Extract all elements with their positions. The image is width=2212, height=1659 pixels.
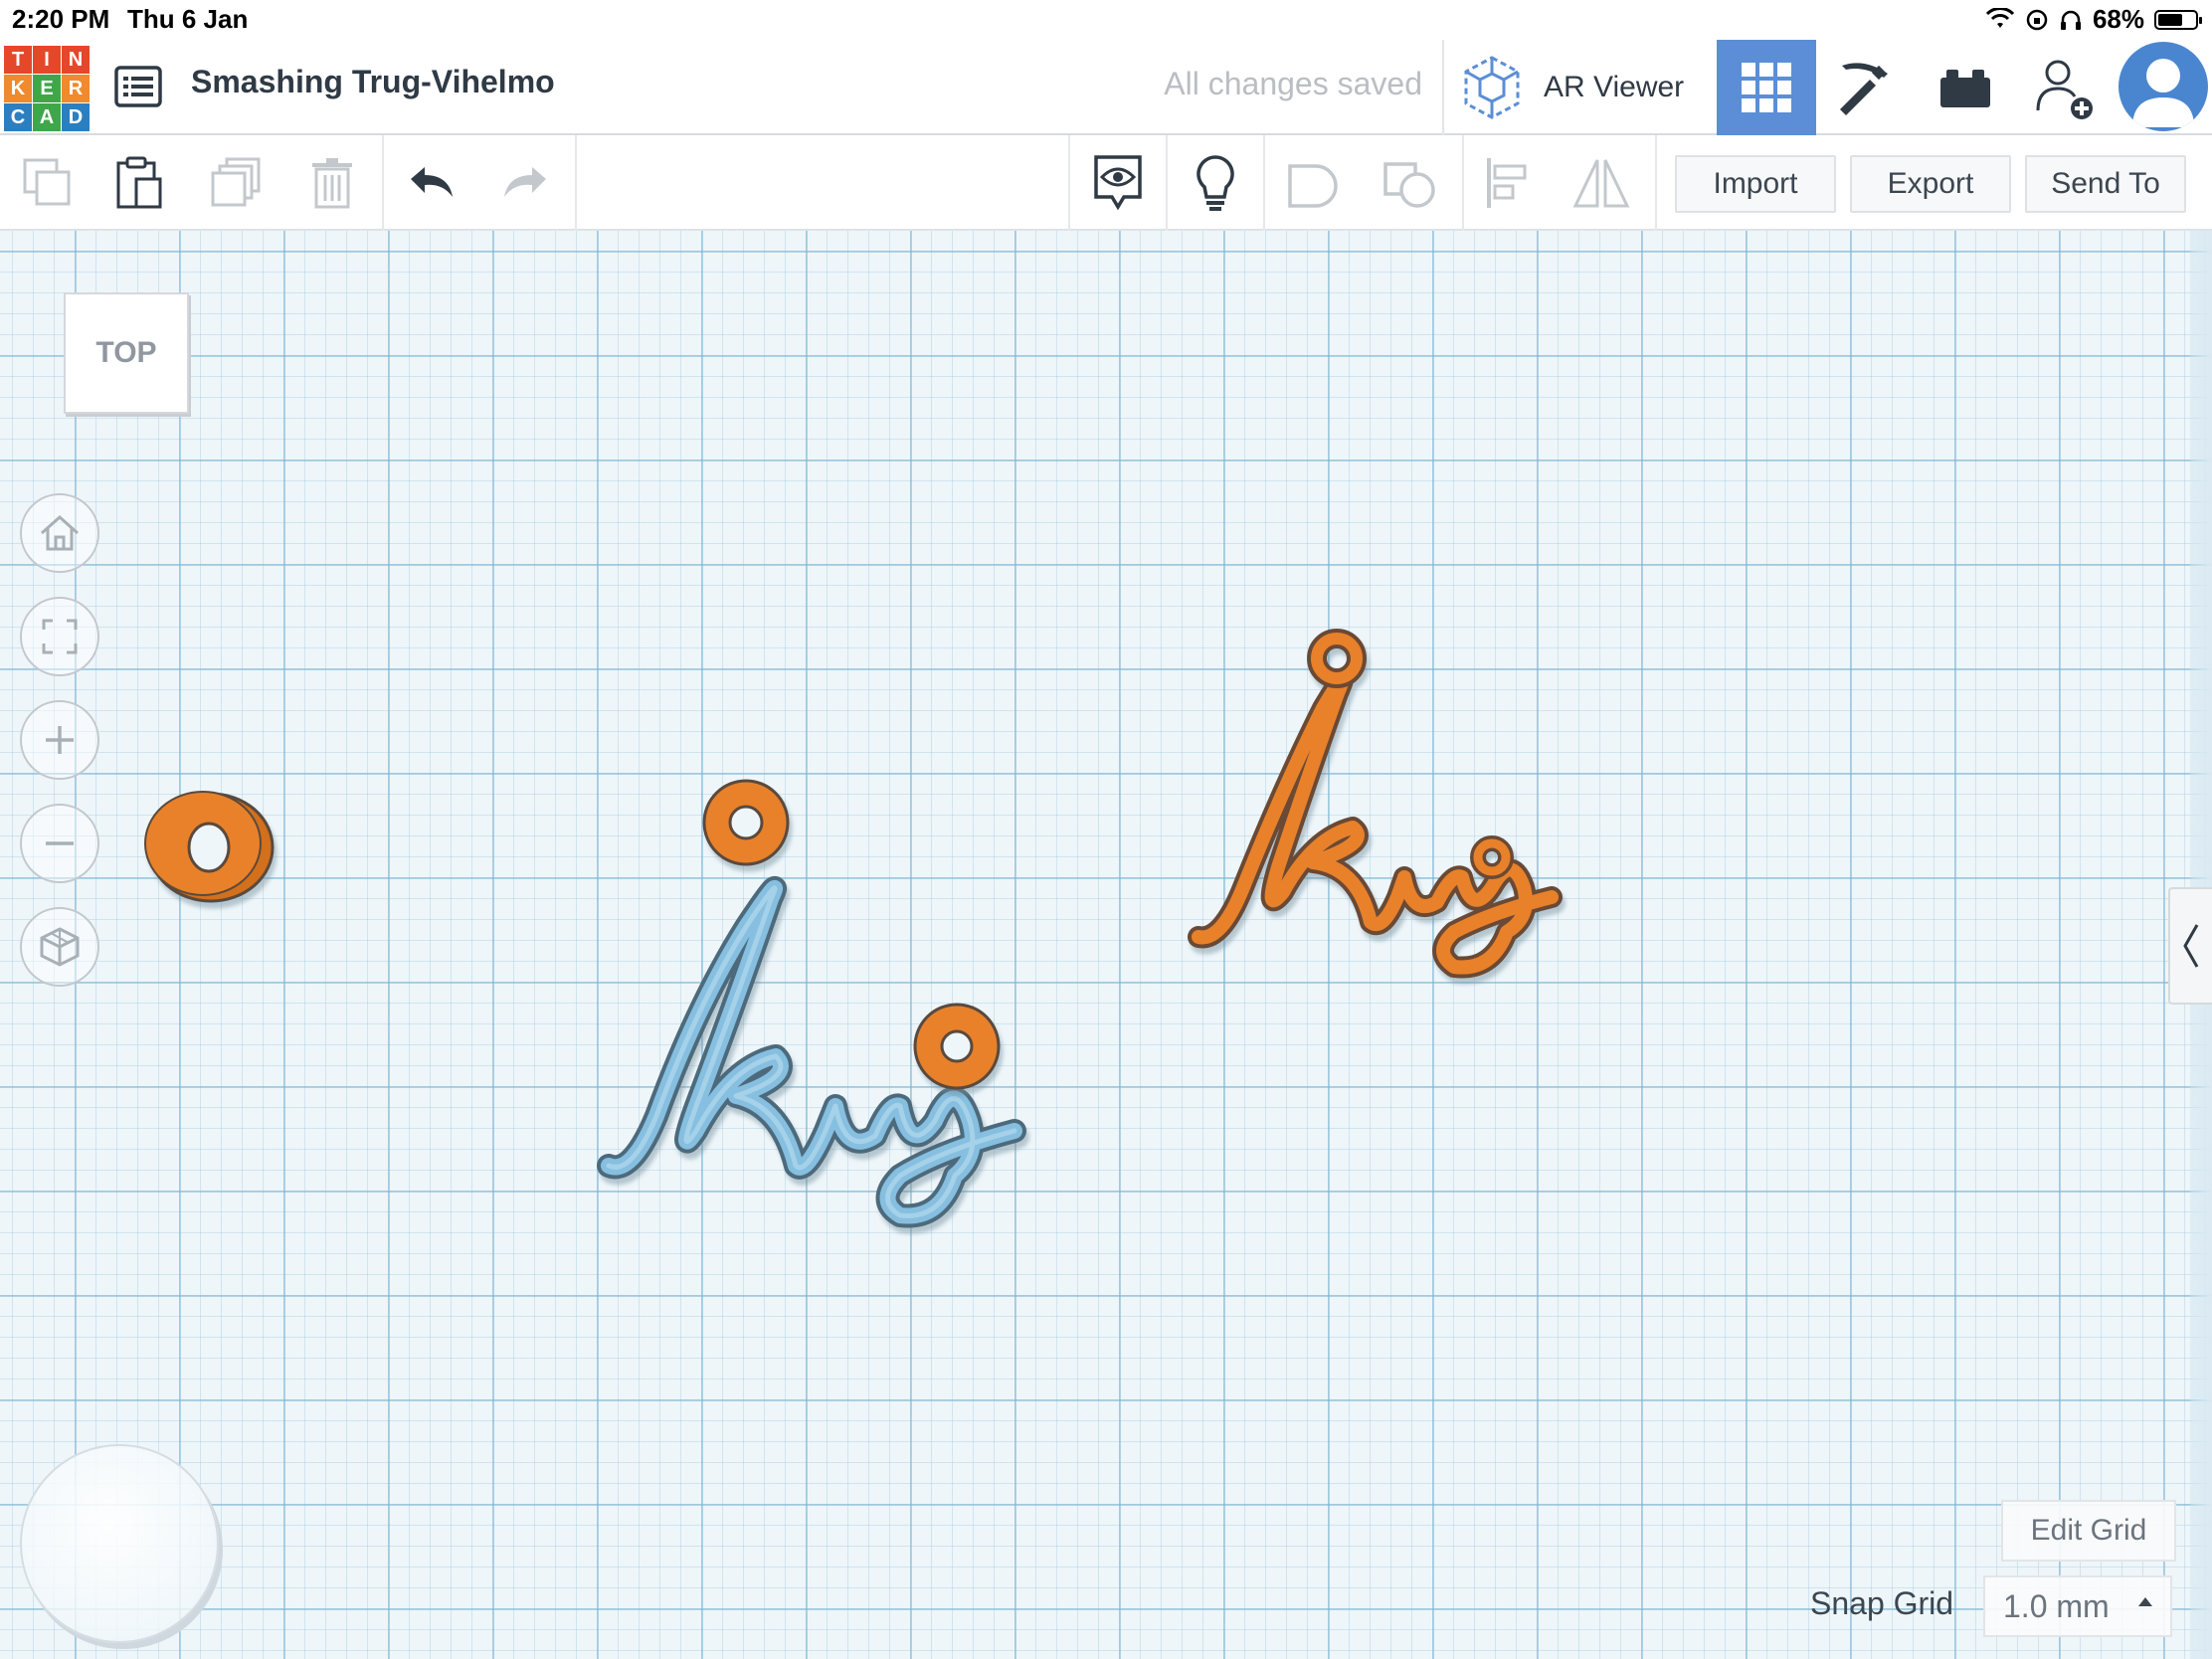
- logo-letter: A: [33, 103, 61, 131]
- scene-shapes: [144, 629, 1563, 1228]
- duplicate-icon: [211, 157, 261, 207]
- battery-percent: 68%: [2092, 4, 2144, 34]
- ring-shape[interactable]: [702, 779, 790, 866]
- list-icon: [114, 66, 162, 107]
- caret-up-icon: [2138, 1597, 2152, 1606]
- zoom-in-button[interactable]: [20, 700, 99, 780]
- orbit-control[interactable]: [20, 1444, 219, 1643]
- snap-grid-label: Snap Grid: [1810, 1585, 1954, 1621]
- import-button[interactable]: Import: [1675, 155, 1836, 213]
- header-divider: [1442, 40, 1444, 135]
- snap-grid-value: 1.0 mm: [2003, 1587, 2110, 1624]
- edit-toolbar: Import Export Send To: [0, 135, 2212, 231]
- align-icon: [1487, 158, 1527, 208]
- plus-icon: [46, 726, 74, 754]
- toolbar-divider: [382, 135, 384, 231]
- cube-icon: [40, 927, 80, 967]
- zoom-out-button[interactable]: [20, 804, 99, 883]
- app-header: TIN KER CAD Smashing Trug-Vihelmo All chan…: [0, 40, 2212, 135]
- invite-user-button[interactable]: [2015, 40, 2115, 135]
- undo-button[interactable]: [398, 149, 465, 217]
- group-shape-icon: [1288, 164, 1338, 208]
- logo-letter: C: [4, 103, 32, 131]
- home-view-button[interactable]: [20, 493, 99, 573]
- redo-icon: [504, 167, 546, 197]
- clipboard-icon: [116, 156, 162, 209]
- home-icon: [41, 514, 79, 551]
- bricks-view-button[interactable]: [1916, 40, 2015, 135]
- duplicate-button[interactable]: [203, 149, 271, 217]
- send-to-button[interactable]: Send To: [2025, 155, 2186, 213]
- mirror-button[interactable]: [1567, 149, 1635, 217]
- wifi-icon: [1985, 7, 2015, 28]
- fit-view-button[interactable]: [20, 597, 99, 676]
- torus-shape[interactable]: [144, 791, 275, 903]
- lightbulb-icon: [1197, 155, 1234, 211]
- orange-king-text-shape[interactable]: [1188, 629, 1563, 979]
- user-avatar[interactable]: [2119, 42, 2208, 131]
- snap-grid-select[interactable]: 1.0 mm: [1983, 1575, 2172, 1637]
- ungroup-shape-icon: [1383, 162, 1435, 208]
- logo-letter: K: [4, 75, 32, 102]
- workplane[interactable]: TOP Edit Grid Snap Grid 1.0 mm: [0, 231, 2212, 1659]
- copy-icon: [23, 158, 71, 206]
- minus-icon: [46, 841, 74, 845]
- status-right: 68%: [1985, 4, 2202, 35]
- hints-button[interactable]: [1182, 149, 1249, 217]
- status-date: Thu 6 Jan: [127, 4, 249, 34]
- status-bar: 2:20 PM Thu 6 Jan 68%: [0, 0, 2212, 40]
- design-title[interactable]: Smashing Trug-Vihelmo: [191, 64, 555, 100]
- blocks-view-button[interactable]: [1816, 40, 1916, 135]
- ortho-view-button[interactable]: [20, 907, 99, 987]
- notes-button[interactable]: [1084, 149, 1152, 217]
- toolbar-divider: [1166, 135, 1168, 231]
- group-button[interactable]: [1279, 149, 1347, 217]
- grid-icon: [1742, 63, 1791, 112]
- tinkercad-logo[interactable]: TIN KER CAD: [4, 46, 90, 131]
- export-button[interactable]: Export: [1850, 155, 2011, 213]
- shapes-panel-toggle[interactable]: [2168, 887, 2212, 1005]
- mirror-icon: [1572, 159, 1630, 208]
- 3d-design-view-button[interactable]: [1717, 40, 1816, 135]
- design-list-button[interactable]: [113, 62, 163, 111]
- add-user-icon: [2036, 60, 2093, 119]
- eye-bubble-icon: [1094, 155, 1142, 211]
- logo-letter: D: [62, 103, 90, 131]
- fit-frame-icon: [42, 619, 78, 654]
- toolbar-divider: [1655, 135, 1657, 231]
- brick-icon: [1940, 70, 1990, 107]
- align-button[interactable]: [1474, 149, 1542, 217]
- save-status: All changes saved: [1164, 66, 1422, 101]
- trash-icon: [312, 158, 352, 209]
- view-cube[interactable]: TOP: [64, 292, 189, 414]
- user-icon: [2132, 59, 2194, 127]
- orientation-lock-icon: [2026, 9, 2048, 30]
- toolbar-divider: [575, 135, 577, 231]
- undo-icon: [411, 167, 453, 197]
- toolbar-divider: [1263, 135, 1265, 231]
- ring-shape[interactable]: [913, 1003, 1001, 1090]
- status-time: 2:20 PM: [12, 4, 110, 34]
- logo-letter: E: [33, 75, 61, 102]
- chevron-left-icon: [2183, 924, 2199, 968]
- battery-icon: [2154, 9, 2202, 30]
- logo-letter: R: [62, 75, 90, 102]
- ar-viewer-label: AR Viewer: [1544, 71, 1685, 103]
- pickaxe-icon: [1840, 63, 1888, 115]
- logo-letter: N: [62, 46, 90, 74]
- toolbar-divider: [1462, 135, 1464, 231]
- toolbar-divider: [1068, 135, 1070, 231]
- paste-button[interactable]: [105, 149, 173, 217]
- headphones-icon: [2060, 10, 2081, 30]
- redo-button[interactable]: [491, 149, 559, 217]
- delete-button[interactable]: [298, 149, 366, 217]
- logo-letter: I: [33, 46, 61, 74]
- edit-grid-button[interactable]: Edit Grid: [2001, 1500, 2176, 1562]
- copy-button[interactable]: [14, 149, 82, 217]
- logo-letter: T: [4, 46, 32, 74]
- ungroup-button[interactable]: [1377, 149, 1444, 217]
- ar-cube-icon: [1464, 56, 1520, 119]
- ar-viewer-button[interactable]: AR Viewer: [1460, 52, 1684, 123]
